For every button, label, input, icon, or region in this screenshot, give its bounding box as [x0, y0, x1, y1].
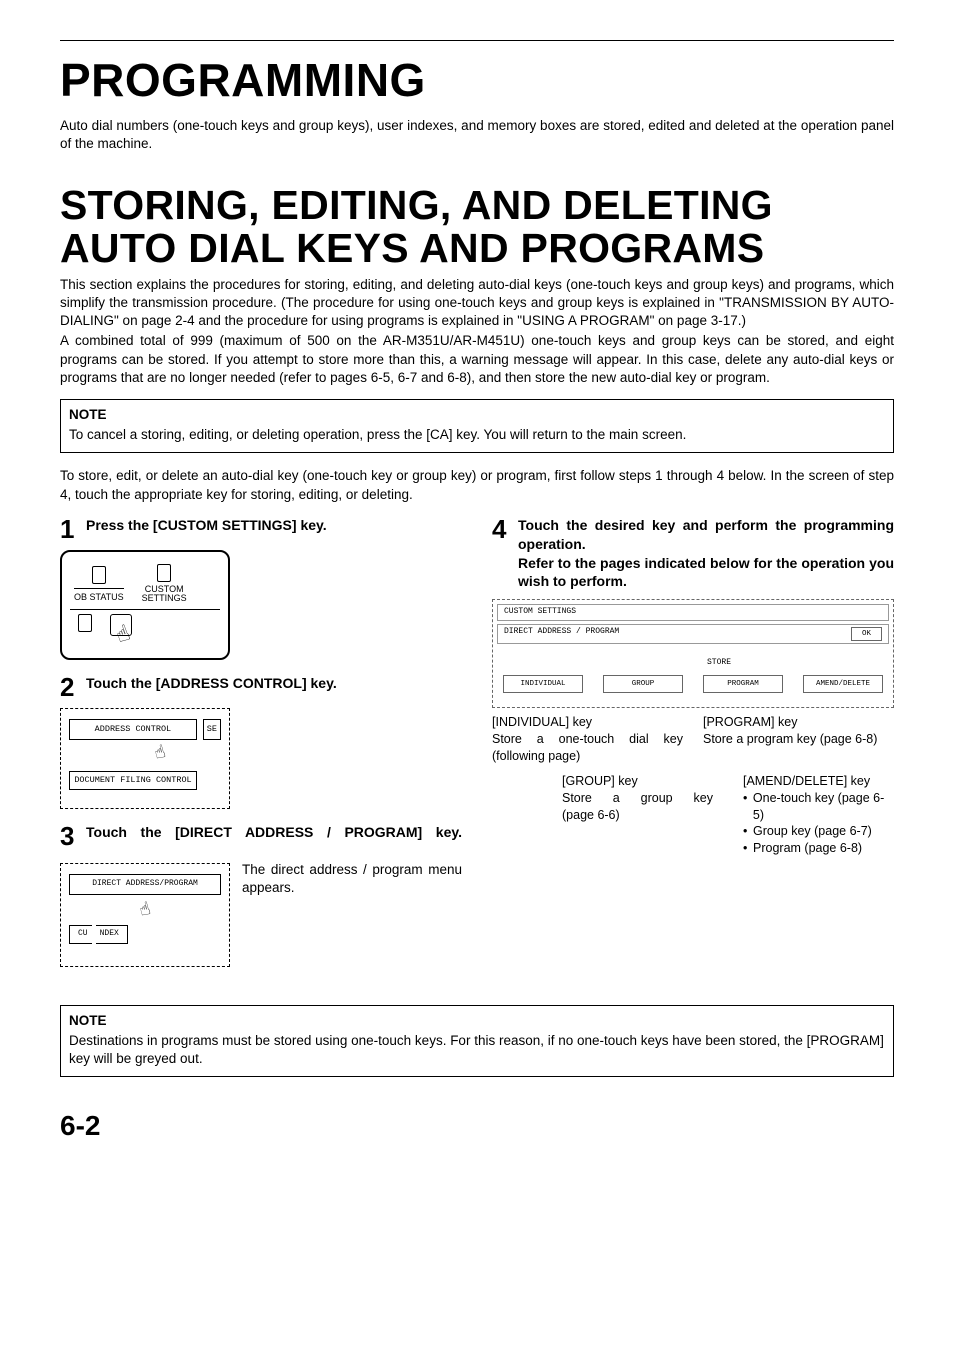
- note-box-1: NOTE To cancel a storing, editing, or de…: [60, 399, 894, 453]
- note-label: NOTE: [69, 1012, 885, 1030]
- note-box-2: NOTE Destinations in programs must be st…: [60, 1005, 894, 1078]
- doc-filing-btn: DOCUMENT FILING CONTROL: [69, 771, 197, 790]
- step-1-title: Press the [CUSTOM SETTINGS] key.: [86, 516, 462, 535]
- direct-address-program-btn: DIRECT ADDRESS/PROGRAM: [69, 874, 221, 895]
- ndex-btn: NDEX: [96, 925, 128, 944]
- ok-button: OK: [851, 627, 882, 641]
- section-title: STORING, EDITING, AND DELETING AUTO DIAL…: [60, 184, 894, 270]
- menu-header: CUSTOM SETTINGS: [497, 604, 889, 621]
- callout-lower: [GROUP] key Store a group key (page 6-6)…: [492, 773, 894, 857]
- amend-item-1: •One-touch key (page 6-5): [743, 790, 894, 824]
- step-4-subtitle: Refer to the pages indicated below for t…: [518, 554, 894, 592]
- step-2-title: Touch the [ADDRESS CONTROL] key.: [86, 674, 462, 693]
- amend-item-2: •Group key (page 6-7): [743, 823, 894, 840]
- step-number: 2: [60, 674, 86, 700]
- figure-address-control: ADDRESS CONTROL SE ☝ DOCUMENT FILING CON…: [60, 708, 230, 809]
- callout-individual-label: [INDIVIDUAL] key: [492, 714, 683, 731]
- note-text: To cancel a storing, editing, or deletin…: [69, 426, 885, 444]
- menu-tab: DIRECT ADDRESS / PROGRAM: [504, 627, 619, 641]
- section-paragraph-2: A combined total of 999 (maximum of 500 …: [60, 332, 894, 387]
- step-3-note: The direct address / program menu appear…: [242, 857, 462, 897]
- step-4-title: Touch the desired key and perform the pr…: [518, 516, 894, 554]
- individual-btn: INDIVIDUAL: [503, 675, 583, 693]
- step-3-title: Touch the [DIRECT ADDRESS / PROGRAM] key…: [86, 823, 462, 842]
- amend-item-3: •Program (page 6-8): [743, 840, 894, 857]
- step-number: 4: [492, 516, 518, 542]
- callout-group-text-line: Store a group key: [562, 790, 713, 807]
- store-label: STORE: [549, 658, 889, 669]
- callout-group-text-page: (page 6-6): [562, 807, 713, 824]
- callout-individual-text: Store a one-touch dial key (following pa…: [492, 731, 683, 765]
- intro-paragraph: Auto dial numbers (one-touch keys and gr…: [60, 117, 894, 153]
- step-2: 2 Touch the [ADDRESS CONTROL] key.: [60, 674, 462, 700]
- amend-delete-btn: AMEND/DELETE: [803, 675, 883, 693]
- program-btn: PROGRAM: [703, 675, 783, 693]
- group-btn: GROUP: [603, 675, 683, 693]
- step-1: 1 Press the [CUSTOM SETTINGS] key.: [60, 516, 462, 542]
- figure-program-menu: CUSTOM SETTINGS DIRECT ADDRESS / PROGRAM…: [492, 599, 894, 708]
- callout-program-text: Store a program key (page 6-8): [703, 731, 894, 748]
- step-number: 1: [60, 516, 86, 542]
- callout-grid: [INDIVIDUAL] key Store a one-touch dial …: [492, 714, 894, 765]
- cu-btn: CU: [69, 925, 92, 944]
- custom-settings-label: CUSTOM SETTINGS: [142, 585, 187, 603]
- section-paragraph-1: This section explains the procedures for…: [60, 276, 894, 331]
- callout-group-label: [GROUP] key: [562, 773, 713, 790]
- hand-icon: ☝: [137, 898, 154, 924]
- callout-program-label: [PROGRAM] key: [703, 714, 894, 731]
- callout-amend-label: [AMEND/DELETE] key: [743, 773, 894, 790]
- note-text: Destinations in programs must be stored …: [69, 1032, 885, 1068]
- job-status-label: OB STATUS: [74, 588, 124, 603]
- lead-paragraph: To store, edit, or delete an auto-dial k…: [60, 467, 894, 503]
- page-title: PROGRAMMING: [60, 49, 894, 111]
- side-btn: SE: [203, 719, 221, 740]
- figure-direct-address: DIRECT ADDRESS/PROGRAM ☝ CU NDEX: [60, 863, 230, 967]
- address-control-btn: ADDRESS CONTROL: [69, 719, 197, 740]
- hand-icon: ☝: [112, 619, 135, 651]
- page-number: 6-2: [60, 1107, 894, 1145]
- note-label: NOTE: [69, 406, 885, 424]
- step-4: 4 Touch the desired key and perform the …: [492, 516, 894, 592]
- step-number: 3: [60, 823, 86, 849]
- step-3: 3 Touch the [DIRECT ADDRESS / PROGRAM] k…: [60, 823, 462, 849]
- figure-custom-settings: OB STATUS CUSTOM SETTINGS ☝: [60, 550, 230, 660]
- hand-icon: ☝: [152, 741, 169, 767]
